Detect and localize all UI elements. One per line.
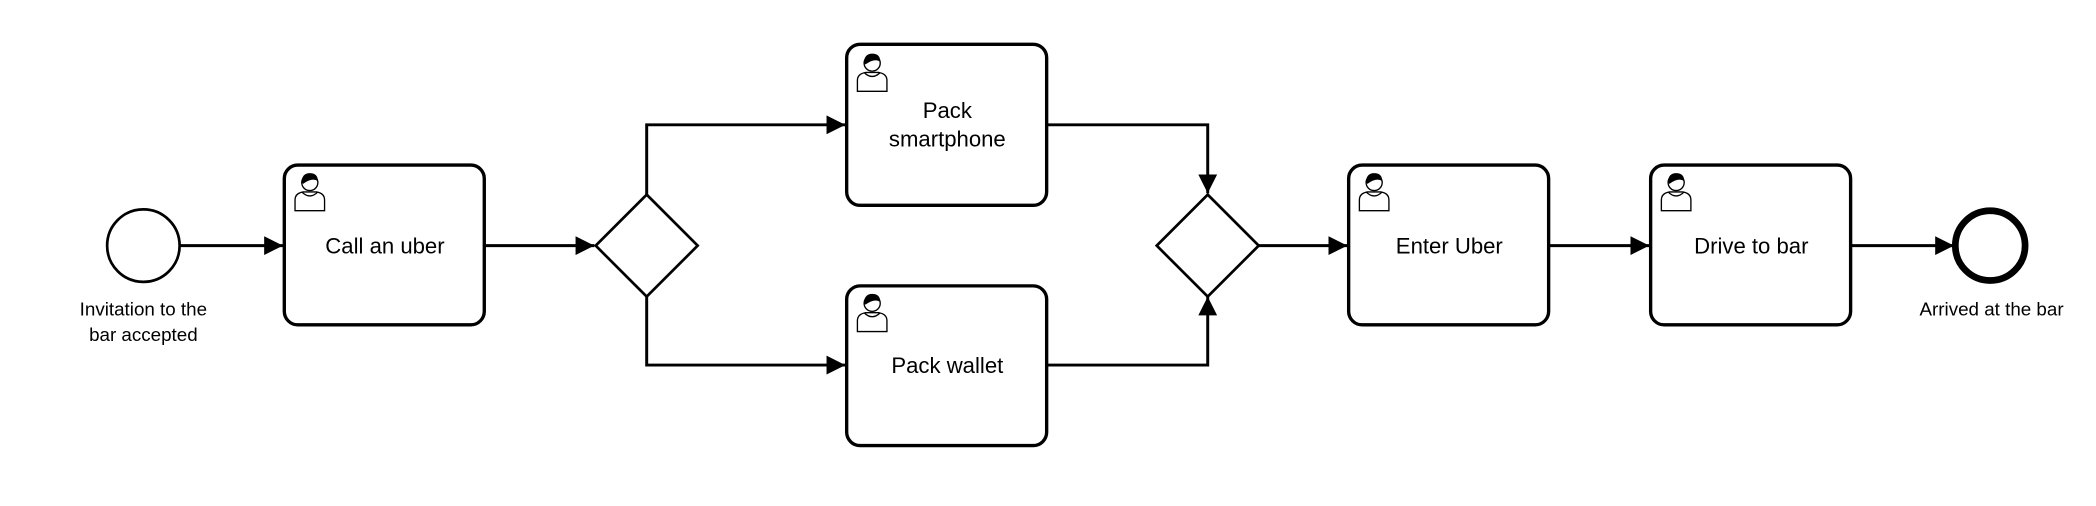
- flow-pack-smartphone-to-join[interactable]: [1046, 123, 1218, 194]
- task-label: Drive to bar: [1694, 234, 1808, 259]
- task-label: Pack wallet: [891, 353, 1003, 378]
- task-drive-to-bar[interactable]: Drive to bar: [1648, 163, 1853, 327]
- task-label-line2: smartphone: [889, 126, 1006, 151]
- task-label: Enter Uber: [1396, 234, 1503, 259]
- task-enter-uber[interactable]: Enter Uber: [1346, 163, 1551, 327]
- end-event-label: Arrived at the bar: [1920, 298, 2064, 319]
- start-event-label-line1: Invitation to the: [80, 298, 207, 319]
- task-pack-smartphone[interactable]: Pack smartphone: [844, 42, 1049, 208]
- start-event-label-line2: bar accepted: [89, 324, 198, 345]
- task-call-uber[interactable]: Call an uber: [282, 163, 486, 327]
- parallel-gateway-split[interactable]: [593, 192, 700, 299]
- end-event[interactable]: Arrived at the bar: [1920, 207, 2064, 320]
- task-pack-wallet[interactable]: Pack wallet: [844, 284, 1049, 448]
- task-label: Call an uber: [325, 234, 444, 259]
- task-label-line1: Pack: [923, 98, 973, 123]
- parallel-gateway-join[interactable]: [1154, 192, 1261, 299]
- start-event[interactable]: Invitation to the bar accepted: [80, 208, 207, 345]
- flow-split-to-pack-smartphone[interactable]: [645, 115, 846, 195]
- flow-pack-wallet-to-join[interactable]: [1046, 296, 1218, 367]
- flow-split-to-pack-wallet[interactable]: [645, 295, 846, 375]
- bpmn-diagram: Invitation to the bar accepted Arrived a…: [80, 42, 2064, 448]
